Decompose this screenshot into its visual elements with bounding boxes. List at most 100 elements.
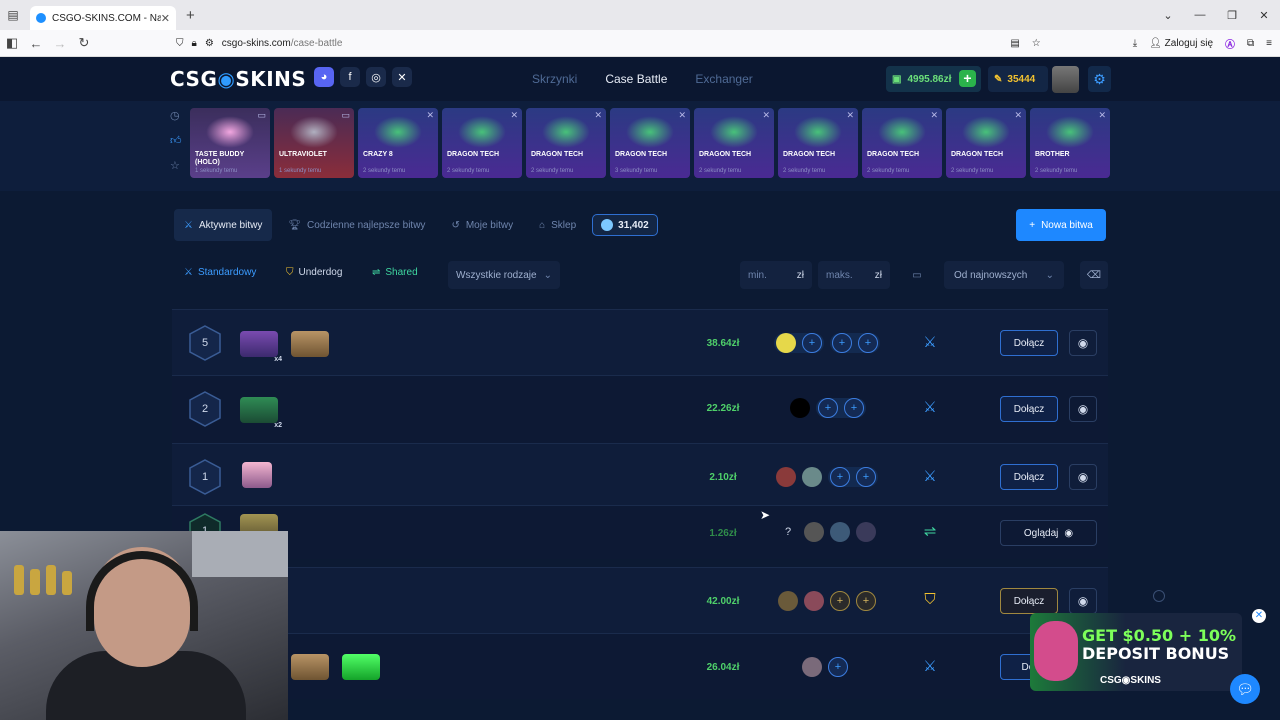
- filter-shared[interactable]: ⇌ Shared: [372, 267, 418, 278]
- view-eye-icon[interactable]: ◉: [1069, 396, 1097, 422]
- filter-standard[interactable]: ⚔ Standardowy: [184, 267, 256, 278]
- tab-mine-label: Moje bitwy: [465, 219, 514, 231]
- battle-row[interactable]: 1 2.10zł + + ⚔ Dołącz ◉: [172, 443, 1108, 505]
- live-drop-item[interactable]: DRAGON TECH 3 sekundy temu ✕: [610, 108, 690, 178]
- shared-icon: ⇌: [372, 267, 381, 278]
- reader-icon[interactable]: ▤: [1010, 38, 1019, 49]
- shield-icon[interactable]: ⛉: [176, 38, 184, 49]
- battle-row[interactable]: 2 x2 22.26zł + + ⚔ Dołącz ◉: [172, 375, 1108, 443]
- site-info-icon[interactable]: ⚙: [205, 38, 214, 49]
- battle-row[interactable]: 1 1.26zł ? ⇌ Oglądaj◉: [172, 505, 1108, 559]
- join-button[interactable]: Dołącz: [1000, 588, 1058, 614]
- drop-time: 2 sekundy temu: [447, 168, 490, 174]
- clear-filters-icon[interactable]: ⌫: [1080, 261, 1108, 289]
- forward-icon[interactable]: →: [48, 36, 72, 51]
- tab-daily-best[interactable]: 🏆︎ Codzienne najlepsze bitwy: [278, 209, 435, 241]
- min-price-input[interactable]: min. zł: [740, 261, 812, 289]
- download-icon[interactable]: ⤓: [1133, 38, 1137, 49]
- view-eye-icon[interactable]: ◉: [1069, 588, 1097, 614]
- drop-time: 1 sekundy temu: [279, 168, 322, 174]
- gems-balance[interactable]: 31,402: [592, 214, 658, 236]
- tab-active-battles[interactable]: ⚔ Aktywne bitwy: [174, 209, 273, 241]
- battle-row[interactable]: 42.00zł + + ⛉ Dołącz ◉: [172, 567, 1108, 633]
- live-drop-item[interactable]: CRAZY 8 2 sekundy temu ✕: [358, 108, 438, 178]
- star-icon[interactable]: ☆: [170, 159, 182, 172]
- calendar-icon[interactable]: ▭: [908, 261, 926, 289]
- balance-widget[interactable]: ▣ 4995.86zł +: [886, 66, 981, 92]
- live-drop-item[interactable]: DRAGON TECH 2 sekundy temu ✕: [862, 108, 942, 178]
- live-drop-item[interactable]: TASTE BUDDY (HOLO) 1 sekundy temu ▭: [190, 108, 270, 178]
- lock-icon[interactable]: 🔒︎: [192, 38, 197, 49]
- discord-icon[interactable]: ◕: [314, 67, 334, 87]
- live-drop-item[interactable]: DRAGON TECH 2 sekundy temu ✕: [526, 108, 606, 178]
- battle-row[interactable]: 26.04zł + ⚔ Doł: [172, 633, 1108, 699]
- live-drop-item[interactable]: DRAGON TECH 2 sekundy temu ✕: [946, 108, 1026, 178]
- nav-cases[interactable]: Skrzynki: [532, 72, 577, 86]
- url-field[interactable]: ⛉ 🔒︎ ⚙ csgo-skins.com/case-battle: [176, 33, 1036, 54]
- nav-exchanger[interactable]: Exchanger: [695, 72, 752, 86]
- tab-my-battles[interactable]: ↺ Moje bitwy: [441, 209, 523, 241]
- join-button[interactable]: Dołącz: [1000, 464, 1058, 490]
- max-price-input[interactable]: maks. zł: [818, 261, 890, 289]
- tab-list-icon[interactable]: ▤: [0, 0, 26, 30]
- facebook-icon[interactable]: f: [340, 67, 360, 87]
- view-eye-icon[interactable]: ◉: [1069, 464, 1097, 490]
- add-player-button[interactable]: +: [832, 333, 852, 353]
- add-player-button[interactable]: +: [856, 591, 876, 611]
- new-battle-button[interactable]: + Nowa bitwa: [1016, 209, 1106, 241]
- sidebar-icon[interactable]: ◧: [0, 35, 24, 51]
- live-drop-item[interactable]: DRAGON TECH 2 sekundy temu ✕: [778, 108, 858, 178]
- live-drop-item[interactable]: ULTRAVIOLET 1 sekundy temu ▭: [274, 108, 354, 178]
- filter-underdog[interactable]: ⛉ Underdog: [286, 267, 342, 278]
- add-player-button[interactable]: +: [830, 591, 850, 611]
- add-player-button[interactable]: +: [828, 657, 848, 677]
- plus-icon: +: [1029, 219, 1036, 231]
- x-icon[interactable]: ✕: [392, 67, 412, 87]
- new-tab-icon[interactable]: +: [186, 7, 195, 24]
- close-window-icon[interactable]: ✕: [1248, 9, 1280, 22]
- site-logo[interactable]: CSG◉SKINS: [170, 67, 306, 91]
- extension-icon[interactable]: Ⓐ: [1225, 36, 1235, 51]
- tab-shop[interactable]: ⌂ Sklep: [529, 209, 586, 241]
- coins-widget[interactable]: ✎ 35444: [988, 66, 1048, 92]
- avatar[interactable]: [1052, 66, 1079, 93]
- login-button[interactable]: 👤︎ Zaloguj się: [1149, 38, 1213, 49]
- add-player-button[interactable]: +: [802, 333, 822, 353]
- minimize-icon[interactable]: —: [1184, 9, 1216, 21]
- browser-tab[interactable]: CSGO-SKINS.COM - Najlepsze ✕: [30, 6, 176, 30]
- bookmark-star-icon[interactable]: ☆: [1032, 38, 1041, 49]
- clock-icon[interactable]: ◷: [170, 109, 182, 122]
- join-button[interactable]: Dołącz: [1000, 396, 1058, 422]
- join-button[interactable]: Dołącz: [1000, 330, 1058, 356]
- deposit-bonus-promo[interactable]: GET $0.50 + 10% DEPOSIT BONUS CSG◉SKINS: [1030, 613, 1242, 691]
- add-player-button[interactable]: +: [818, 398, 838, 418]
- close-promo-icon[interactable]: ✕: [1252, 609, 1266, 623]
- chevron-down-icon[interactable]: ⌄: [1152, 9, 1184, 22]
- add-player-button[interactable]: +: [858, 333, 878, 353]
- live-drop-item[interactable]: DRAGON TECH 2 sekundy temu ✕: [694, 108, 774, 178]
- close-tab-icon[interactable]: ✕: [161, 12, 170, 25]
- nav-case-battle[interactable]: Case Battle: [605, 72, 667, 86]
- sort-select[interactable]: Od najnowszych ⌄: [944, 261, 1064, 289]
- underdog-shield-icon: ⛉: [286, 267, 294, 278]
- add-player-button[interactable]: +: [856, 467, 876, 487]
- maximize-icon[interactable]: ❐: [1216, 9, 1248, 22]
- settings-gear-icon[interactable]: ⚙: [1088, 66, 1111, 92]
- battle-row[interactable]: 5 x4 38.64zł + + + ⚔ Dołącz ◉: [172, 309, 1108, 375]
- chat-icon[interactable]: 💬︎: [1230, 674, 1260, 704]
- watch-button[interactable]: Oglądaj ◉: [1000, 520, 1097, 546]
- view-eye-icon[interactable]: ◉: [1069, 330, 1097, 356]
- deposit-button[interactable]: +: [959, 70, 976, 87]
- menu-icon[interactable]: ≡: [1266, 38, 1272, 49]
- case-icon: ✕: [930, 110, 938, 120]
- live-drop-item[interactable]: BROTHER 2 sekundy temu ✕: [1030, 108, 1110, 178]
- instagram-icon[interactable]: ◎: [366, 67, 386, 87]
- extensions-icon[interactable]: ⧉: [1247, 38, 1254, 49]
- reload-icon[interactable]: ↻: [72, 35, 96, 51]
- add-player-button[interactable]: +: [830, 467, 850, 487]
- type-select[interactable]: Wszystkie rodzaje ⌄: [448, 261, 560, 289]
- back-icon[interactable]: ←: [24, 36, 48, 51]
- live-drop-item[interactable]: DRAGON TECH 2 sekundy temu ✕: [442, 108, 522, 178]
- thumbs-up-icon[interactable]: 👍︎: [170, 134, 182, 147]
- add-player-button[interactable]: +: [844, 398, 864, 418]
